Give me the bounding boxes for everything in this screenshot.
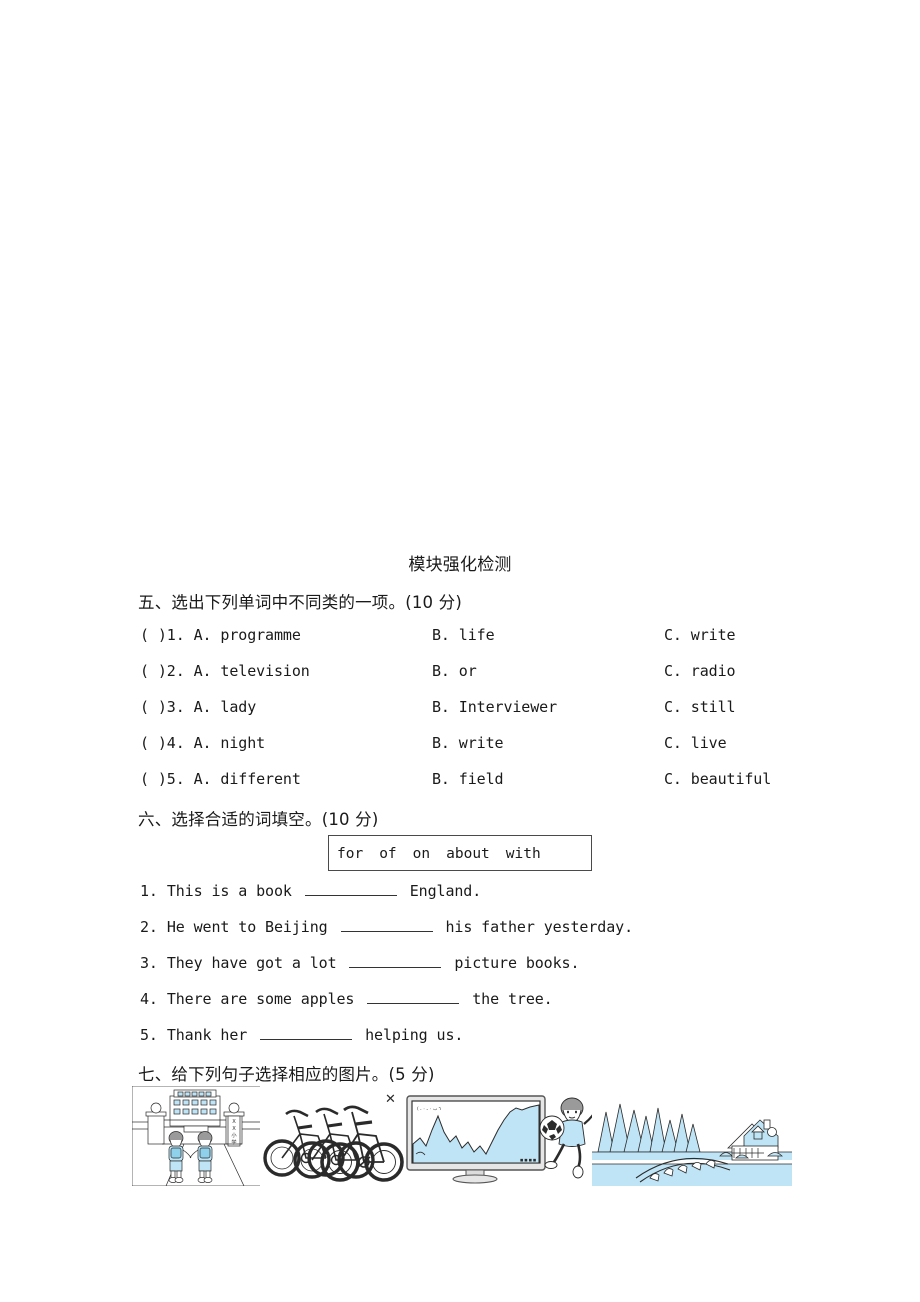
fill-before-1: This is a book (166, 882, 292, 900)
fill-number-4: 4. (140, 990, 158, 1008)
picture-countryside-scenery[interactable] (592, 1086, 792, 1186)
fill-after-4: the tree. (472, 990, 553, 1008)
word-bank-item-of[interactable]: of (379, 846, 396, 862)
fill-before-3: They have got a lot (166, 954, 337, 972)
fill-before-2: He went to Beijing (166, 918, 328, 936)
mc-row-1[interactable]: ( )1. A. programme B. life C. write (0, 626, 920, 650)
mc-row-4[interactable]: ( )4. A. night B. write C. live (0, 734, 920, 758)
svg-text:小: 小 (231, 1131, 237, 1139)
fill-after-1: England. (409, 882, 482, 900)
fill-number-1: 1. (140, 882, 158, 900)
mc-option-c-1[interactable]: C. write (664, 626, 736, 644)
fill-blank-2[interactable] (340, 918, 433, 932)
fill-number-5: 5. (140, 1026, 158, 1044)
mc-stem-1: ( )1. A. programme (140, 626, 301, 644)
mc-option-c-2[interactable]: C. radio (664, 662, 736, 680)
word-bank-item-for[interactable]: for (337, 846, 363, 862)
svg-text:X: X (232, 1126, 236, 1132)
mc-option-b-3[interactable]: B. Interviewer (432, 698, 557, 716)
word-bank-item-about[interactable]: about (446, 846, 490, 862)
fill-number-2: 2. (140, 918, 158, 936)
picture-television-football[interactable]: ( ، ٦ ب ٠ ـ ٠ ■ ■ ■ ■ (404, 1086, 604, 1186)
word-bank-item-with[interactable]: with (506, 846, 541, 862)
mc-stem-2: ( )2. A. television (140, 662, 310, 680)
fill-after-5: helping us. (365, 1026, 464, 1044)
mc-option-b-4[interactable]: B. write (432, 734, 504, 752)
fill-row-5[interactable]: 5. Thank her helping us. (140, 1026, 463, 1044)
cross-mark-icon: ✕ (385, 1092, 396, 1107)
mc-option-c-4[interactable]: C. live (664, 734, 727, 752)
word-bank-box: for of on about with (328, 835, 592, 871)
mc-option-b-5[interactable]: B. field (432, 770, 504, 788)
fill-blank-4[interactable] (367, 990, 460, 1004)
fill-number-3: 3. (140, 954, 158, 972)
page-title: 模块强化检测 (408, 555, 512, 575)
mc-stem-4: ( )4. A. night (140, 734, 266, 752)
picture-school-gate-students[interactable]: XX 小学 (132, 1086, 264, 1186)
svg-text:X: X (232, 1119, 236, 1125)
fill-blank-5[interactable] (260, 1026, 353, 1040)
mc-row-5[interactable]: ( )5. A. different B. field C. beautiful (0, 770, 920, 794)
mc-option-b-1[interactable]: B. life (432, 626, 495, 644)
worksheet-page: 模块强化检测 五、选出下列单词中不同类的一项。(10 分) ( )1. A. p… (0, 0, 920, 1302)
picture-options-strip: XX 小学 ✕ (، ٦ ب ٠ ـ ٠ ■ ■ ■ ■ (132, 1086, 792, 1186)
fill-blank-3[interactable] (349, 954, 442, 968)
fill-before-5: Thank her (166, 1026, 248, 1044)
word-bank-item-on[interactable]: on (413, 846, 430, 862)
section-heading-five: 五、选出下列单词中不同类的一项。(10 分) (138, 593, 463, 612)
fill-blank-1[interactable] (304, 882, 397, 896)
mc-row-2[interactable]: ( )2. A. television B. or C. radio (0, 662, 920, 686)
fill-before-4: There are some apples (166, 990, 355, 1008)
fill-after-3: picture books. (454, 954, 580, 972)
mc-row-3[interactable]: ( )3. A. lady B. Interviewer C. still (0, 698, 920, 722)
svg-text:■ ■ ■ ■: ■ ■ ■ ■ (520, 1158, 536, 1162)
section-heading-six: 六、选择合适的词填空。(10 分) (138, 810, 379, 829)
fill-row-4[interactable]: 4. There are some apples the tree. (140, 990, 553, 1008)
svg-text:学: 学 (231, 1138, 236, 1146)
mc-stem-5: ( )5. A. different (140, 770, 301, 788)
mc-option-c-3[interactable]: C. still (664, 698, 736, 716)
fill-row-3[interactable]: 3. They have got a lot picture books. (140, 954, 580, 972)
mc-option-c-5[interactable]: C. beautiful (664, 770, 771, 788)
mc-option-b-2[interactable]: B. or (432, 662, 477, 680)
fill-after-2: his father yesterday. (445, 918, 633, 936)
picture-bicycles[interactable] (260, 1086, 404, 1186)
svg-text:( ، ٦ ب ٠ ـ ٠: ( ، ٦ ب ٠ ـ ٠ (417, 1106, 442, 1112)
fill-row-2[interactable]: 2. He went to Beijing his father yesterd… (140, 918, 633, 936)
mc-stem-3: ( )3. A. lady (140, 698, 257, 716)
fill-row-1[interactable]: 1. This is a book England. (140, 882, 481, 900)
section-heading-seven: 七、给下列句子选择相应的图片。(5 分) (138, 1065, 435, 1084)
